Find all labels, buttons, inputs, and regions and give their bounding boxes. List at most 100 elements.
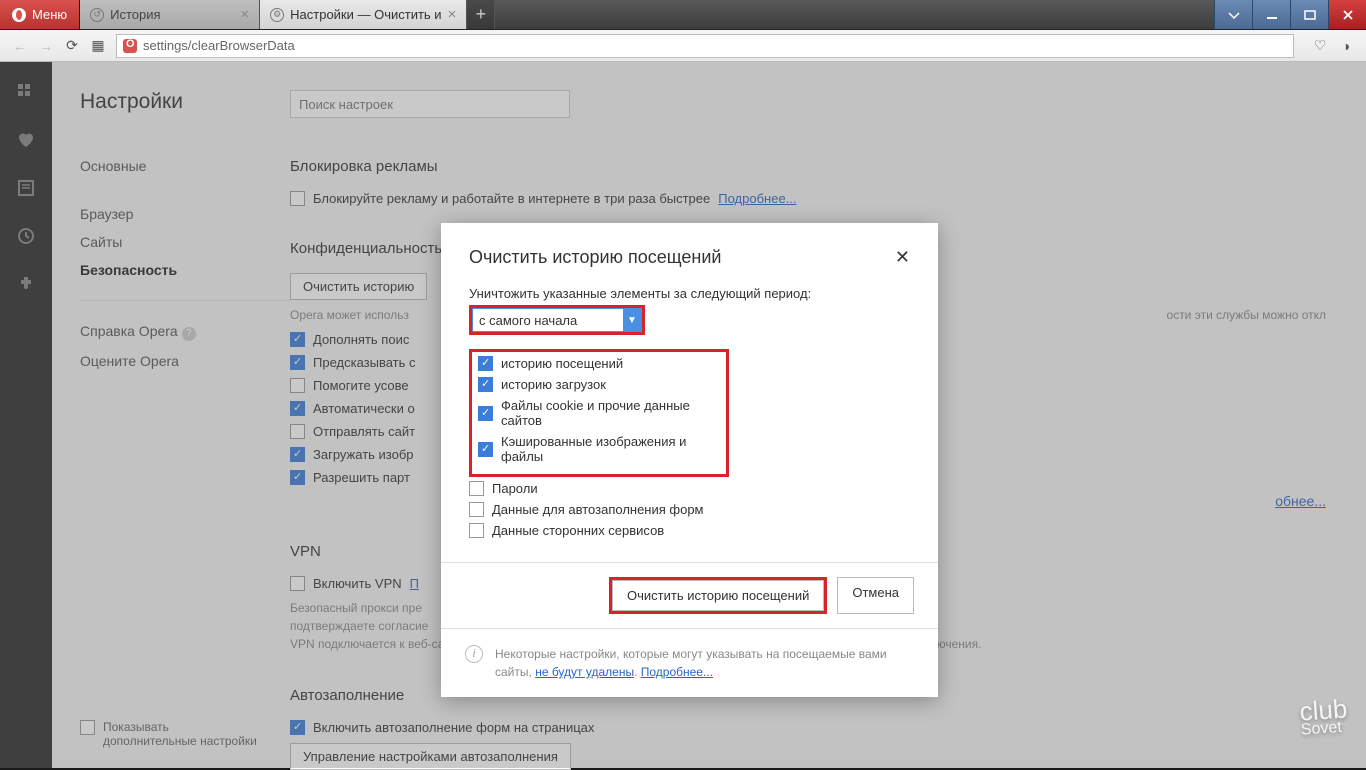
- left-rail: [0, 62, 52, 768]
- period-select[interactable]: с самого начала ▼: [472, 308, 642, 332]
- autofill-manage-button[interactable]: Управление настройками автозаполнения: [290, 743, 571, 770]
- checkbox[interactable]: [469, 502, 484, 517]
- checkbox[interactable]: [80, 720, 95, 735]
- opera-menu-button[interactable]: Меню: [0, 0, 80, 29]
- dropdown-button[interactable]: [1214, 0, 1252, 29]
- checkbox[interactable]: [290, 378, 305, 393]
- checkbox[interactable]: [478, 442, 493, 457]
- grid-icon[interactable]: [16, 82, 36, 102]
- titlebar: Меню ↺ История × ⚙ Настройки — Очистить …: [0, 0, 1366, 30]
- settings-search-input[interactable]: [290, 90, 570, 118]
- row-label: Загружать изобр: [313, 447, 414, 462]
- minimize-button[interactable]: [1252, 0, 1290, 29]
- close-icon[interactable]: ×: [448, 6, 457, 23]
- row-label: Дополнять поис: [313, 332, 409, 347]
- sidebar-item-sites[interactable]: Сайты: [80, 228, 290, 256]
- opera-icon: [12, 8, 26, 22]
- item-label: Данные сторонних сервисов: [492, 523, 664, 538]
- url-text: settings/clearBrowserData: [143, 38, 295, 53]
- back-button[interactable]: ←: [12, 38, 28, 54]
- tab-label: История: [110, 7, 160, 22]
- help-icon: ?: [182, 327, 196, 341]
- dialog-close-button[interactable]: ✕: [895, 247, 910, 268]
- address-bar[interactable]: settings/clearBrowserData: [116, 34, 1294, 58]
- dialog-info-text: Некоторые настройки, которые могут указы…: [495, 645, 914, 681]
- item-label: Данные для автозаполнения форм: [492, 502, 704, 517]
- speed-dial-button[interactable]: ▦: [90, 38, 106, 54]
- heart-rail-icon[interactable]: [16, 130, 36, 150]
- maximize-button[interactable]: [1290, 0, 1328, 29]
- heart-icon[interactable]: ♡: [1312, 38, 1328, 54]
- checkbox-vpn[interactable]: [290, 576, 305, 591]
- close-window-button[interactable]: [1328, 0, 1366, 29]
- checkbox[interactable]: [290, 424, 305, 439]
- item-label: историю посещений: [501, 356, 623, 371]
- checkbox[interactable]: [290, 401, 305, 416]
- row-label: Разрешить парт: [313, 470, 410, 485]
- forward-button[interactable]: →: [38, 38, 54, 54]
- vpn-link[interactable]: П: [410, 576, 419, 591]
- window-controls: [1214, 0, 1366, 29]
- item-label: Файлы cookie и прочие данные сайтов: [501, 398, 720, 428]
- close-icon[interactable]: ×: [240, 6, 249, 23]
- checkbox-autofill[interactable]: [290, 720, 305, 735]
- adblock-more-link[interactable]: Подробнее...: [718, 191, 796, 206]
- extension-icon[interactable]: [16, 274, 36, 294]
- new-tab-button[interactable]: +: [467, 0, 495, 29]
- checkbox-adblock[interactable]: [290, 191, 305, 206]
- row-label: Помогите усове: [313, 378, 409, 393]
- checkbox[interactable]: [469, 523, 484, 538]
- checkbox[interactable]: [469, 481, 484, 496]
- opera-url-icon: [123, 39, 137, 53]
- privacy-more-link[interactable]: обнее...: [1275, 493, 1326, 509]
- tab-history[interactable]: ↺ История ×: [80, 0, 260, 29]
- section-adblock-title: Блокировка рекламы: [290, 158, 1326, 175]
- checkbox[interactable]: [290, 332, 305, 347]
- checkbox[interactable]: [290, 470, 305, 485]
- clock-icon[interactable]: [16, 226, 36, 246]
- info-link-2[interactable]: Подробнее...: [641, 665, 713, 679]
- watermark: clubSovet: [1299, 693, 1350, 739]
- sidebar-item-rate[interactable]: Оцените Opera: [80, 347, 290, 375]
- clear-confirm-button[interactable]: Очистить историю посещений: [612, 580, 824, 611]
- checkbox[interactable]: [290, 355, 305, 370]
- download-icon[interactable]: ◑: [1338, 38, 1354, 54]
- page-title: Настройки: [80, 90, 290, 114]
- sidebar-item-basic[interactable]: Основные: [80, 152, 290, 180]
- sidebar-item-security[interactable]: Безопасность: [80, 256, 290, 284]
- row-label: Отправлять сайт: [313, 424, 415, 439]
- row-label: Предсказывать с: [313, 355, 416, 370]
- history-icon: ↺: [90, 8, 104, 22]
- item-label: историю загрузок: [501, 377, 606, 392]
- dialog-title: Очистить историю посещений: [469, 247, 721, 268]
- nav-toolbar: ← → ⟳ ▦ settings/clearBrowserData ♡ ◑: [0, 30, 1366, 62]
- sidebar-item-help[interactable]: Справка Opera?: [80, 317, 290, 347]
- info-link-1[interactable]: не будут удалены: [535, 665, 634, 679]
- checkbox[interactable]: [290, 447, 305, 462]
- menu-label: Меню: [32, 7, 67, 22]
- period-value: с самого начала: [479, 313, 577, 328]
- news-icon[interactable]: [16, 178, 36, 198]
- info-icon: i: [465, 645, 483, 663]
- checkbox[interactable]: [478, 356, 493, 371]
- row-label: Автоматически о: [313, 401, 415, 416]
- show-adv-label: Показывать дополнительные настройки: [103, 720, 263, 748]
- checkbox[interactable]: [478, 406, 493, 421]
- clear-data-dialog: Очистить историю посещений ✕ Уничтожить …: [441, 223, 938, 697]
- sidebar-item-browser[interactable]: Браузер: [80, 200, 290, 228]
- autofill-label: Включить автозаполнение форм на страница…: [313, 720, 594, 735]
- adblock-label: Блокируйте рекламу и работайте в интерне…: [313, 191, 710, 206]
- tab-label: Настройки — Очистить и: [290, 7, 441, 22]
- tab-settings[interactable]: ⚙ Настройки — Очистить и ×: [260, 0, 467, 29]
- reload-button[interactable]: ⟳: [64, 38, 80, 54]
- item-label: Пароли: [492, 481, 538, 496]
- vpn-label: Включить VPN: [313, 576, 402, 591]
- period-label: Уничтожить указанные элементы за следующ…: [469, 286, 910, 301]
- settings-sidebar: Настройки Основные Браузер Сайты Безопас…: [80, 90, 290, 768]
- clear-history-button[interactable]: Очистить историю: [290, 273, 427, 300]
- cancel-button[interactable]: Отмена: [837, 577, 914, 614]
- show-advanced-checkbox[interactable]: Показывать дополнительные настройки: [80, 720, 263, 748]
- item-label: Кэшированные изображения и файлы: [501, 434, 720, 464]
- checkbox[interactable]: [478, 377, 493, 392]
- highlighted-items: историю посещений историю загрузок Файлы c…: [469, 349, 729, 477]
